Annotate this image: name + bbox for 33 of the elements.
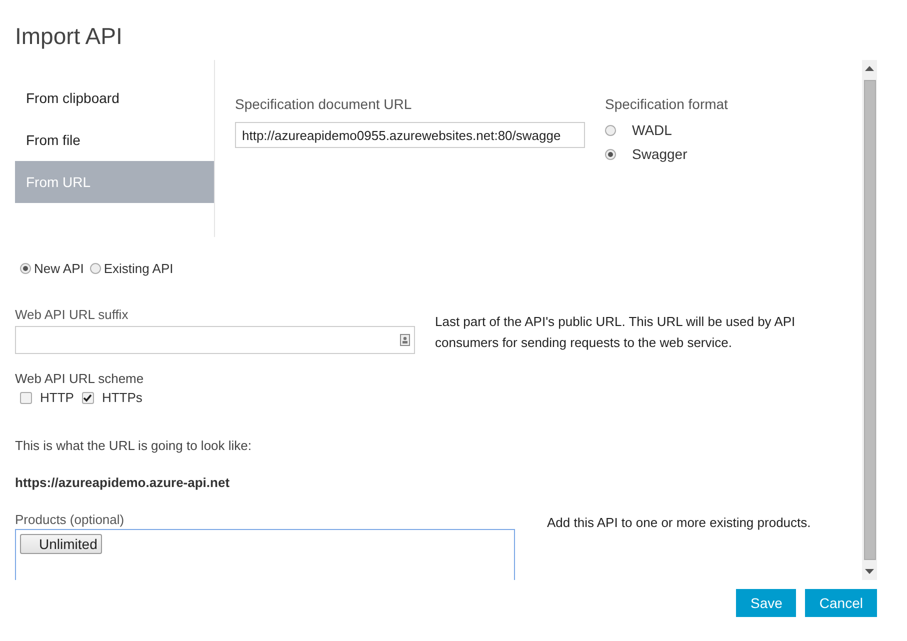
scrollbar[interactable] bbox=[862, 60, 877, 580]
source-tab[interactable]: From clipboard bbox=[15, 77, 214, 119]
radio-icon[interactable] bbox=[90, 263, 101, 274]
format-radio[interactable]: WADL bbox=[605, 122, 728, 138]
products-field[interactable]: Unlimited bbox=[15, 529, 515, 580]
field-label: Specification format bbox=[605, 96, 728, 112]
checkbox-icon[interactable] bbox=[82, 392, 94, 404]
radio-icon[interactable] bbox=[20, 263, 31, 274]
help-text: Last part of the API's public URL. This URL will be used by API consumers for sending requests to the web service. bbox=[435, 313, 796, 352]
format-radio[interactable]: Swagger bbox=[605, 146, 728, 162]
contact-card-icon bbox=[400, 334, 410, 346]
preview-label: This is what the URL is going to look like: bbox=[15, 438, 253, 453]
help-text: Add this API to one or more existing products. bbox=[547, 514, 812, 532]
scheme-checkbox[interactable]: HTTPs bbox=[82, 390, 142, 405]
suffix-field[interactable] bbox=[15, 326, 415, 354]
field-label: Web API URL suffix bbox=[15, 307, 130, 322]
preview-url: https://azureapidemo.azure-api.net bbox=[15, 475, 231, 490]
product-tag[interactable]: Unlimited bbox=[20, 534, 102, 554]
dialog-title: Import API bbox=[15, 22, 124, 50]
scrollbar-thumb[interactable] bbox=[864, 80, 876, 560]
scheme-checkbox[interactable]: HTTP bbox=[20, 390, 74, 405]
scroll-up-icon[interactable] bbox=[865, 66, 874, 71]
source-tab[interactable]: From file bbox=[15, 119, 214, 161]
radio-icon[interactable] bbox=[605, 148, 616, 160]
field-label: Products (optional) bbox=[15, 512, 126, 527]
field-label: Web API URL scheme bbox=[15, 371, 145, 386]
radio-icon[interactable] bbox=[605, 124, 616, 136]
scroll-down-icon[interactable] bbox=[865, 569, 874, 574]
checkbox-icon[interactable] bbox=[20, 392, 32, 404]
field-label: Specification document URL bbox=[235, 96, 413, 112]
url-field[interactable]: http://azureapidemo0955.azurewebsites.net:80/swagge bbox=[235, 122, 585, 148]
mode-radio[interactable]: Existing API bbox=[90, 261, 174, 276]
mode-radio[interactable]: New API bbox=[20, 261, 84, 276]
